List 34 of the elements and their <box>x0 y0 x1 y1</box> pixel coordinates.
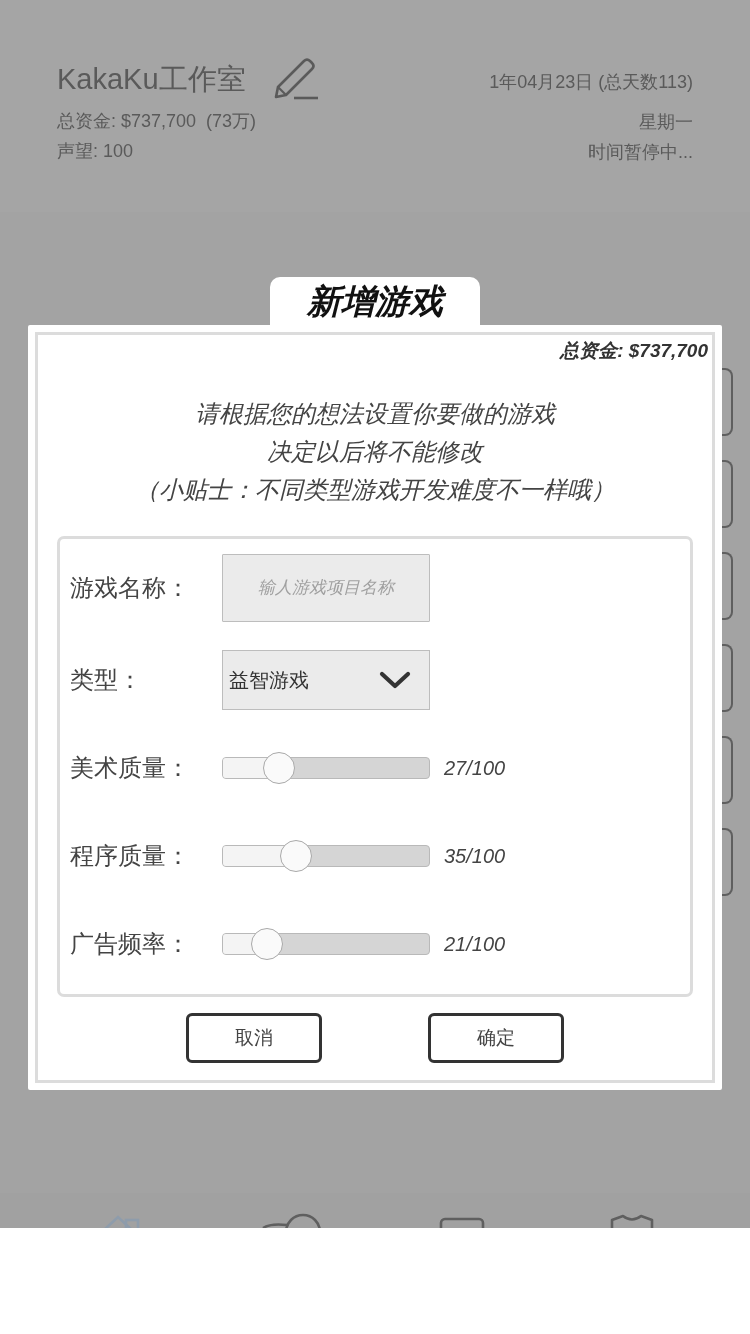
field-label: 类型： <box>70 665 143 695</box>
instruction-text: 请根据您的想法设置你要做的游戏 <box>194 399 558 429</box>
shirt-icon[interactable] <box>610 1214 654 1228</box>
studio-name: KakaKu工作室 <box>57 62 246 97</box>
dialog-title: 新增游戏 <box>270 277 480 325</box>
reputation-text: 声望: 100 <box>57 140 135 163</box>
instruction-text: （小贴士：不同类型游戏开发难度不一样哦） <box>134 475 616 505</box>
field-label: 程序质量： <box>70 841 191 871</box>
confirm-button[interactable]: 确定 <box>428 1013 564 1063</box>
weekday-text: 星期一 <box>639 111 693 134</box>
funds-text: 总资金: $737,700 (73万) <box>57 110 258 133</box>
slider-thumb[interactable] <box>250 928 283 960</box>
slider-track[interactable] <box>222 752 430 784</box>
input-field[interactable]: 输人游戏项目名称 <box>222 554 430 622</box>
slider-thumb[interactable] <box>279 840 312 872</box>
field-label: 美术质量： <box>70 753 191 783</box>
slider-value: 27/100 <box>444 756 506 780</box>
house-icon[interactable] <box>102 1214 142 1228</box>
chevron-down-icon <box>379 671 411 689</box>
instruction-text: 决定以后将不能修改 <box>266 437 486 467</box>
slider-track[interactable] <box>222 928 430 960</box>
slider-value: 21/100 <box>444 932 506 956</box>
cancel-button[interactable]: 取消 <box>186 1013 322 1063</box>
funds-text: 总资金: $737,700 <box>558 339 708 363</box>
field-label: 广告频率： <box>70 929 191 959</box>
slider-value: 35/100 <box>444 844 506 868</box>
time-status-text: 时间暂停中... <box>588 141 693 164</box>
slider-track[interactable] <box>222 840 430 872</box>
slider-thumb[interactable] <box>263 752 296 784</box>
date-text: 1年04月23日 (总天数113) <box>489 71 693 94</box>
box-icon[interactable] <box>439 1217 485 1228</box>
cloud-icon[interactable] <box>261 1212 323 1228</box>
dropdown[interactable]: 益智游戏 <box>222 650 430 710</box>
field-label: 游戏名称： <box>70 573 191 603</box>
